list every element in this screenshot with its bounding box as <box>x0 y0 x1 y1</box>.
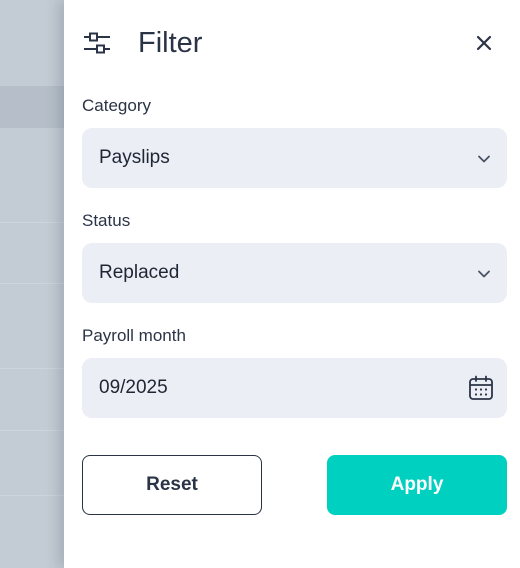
background-divider <box>0 222 64 223</box>
filter-panel: Filter Category Payslips Status Replaced… <box>64 0 520 568</box>
status-select[interactable]: Replaced <box>82 243 507 303</box>
panel-title: Filter <box>138 27 203 59</box>
category-value: Payslips <box>99 147 170 168</box>
close-icon[interactable] <box>472 31 496 55</box>
status-value: Replaced <box>99 262 180 283</box>
background-divider <box>0 368 64 369</box>
reset-button[interactable]: Reset <box>82 455 262 515</box>
chevron-down-icon <box>478 270 490 278</box>
panel-header: Filter <box>82 22 496 64</box>
apply-button[interactable]: Apply <box>327 455 507 515</box>
background-divider <box>0 283 64 284</box>
payroll-month-value: 09/2025 <box>99 377 168 398</box>
background-overlay <box>0 0 64 568</box>
calendar-icon[interactable] <box>468 375 494 401</box>
payroll-month-input[interactable]: 09/2025 <box>82 358 507 418</box>
payroll-month-label: Payroll month <box>82 326 186 345</box>
background-divider <box>0 495 64 496</box>
background-divider <box>0 430 64 431</box>
category-label: Category <box>82 96 151 115</box>
status-label: Status <box>82 211 131 230</box>
chevron-down-icon <box>478 155 490 163</box>
background-row <box>0 86 64 128</box>
category-select[interactable]: Payslips <box>82 128 507 188</box>
sliders-icon <box>84 32 110 54</box>
